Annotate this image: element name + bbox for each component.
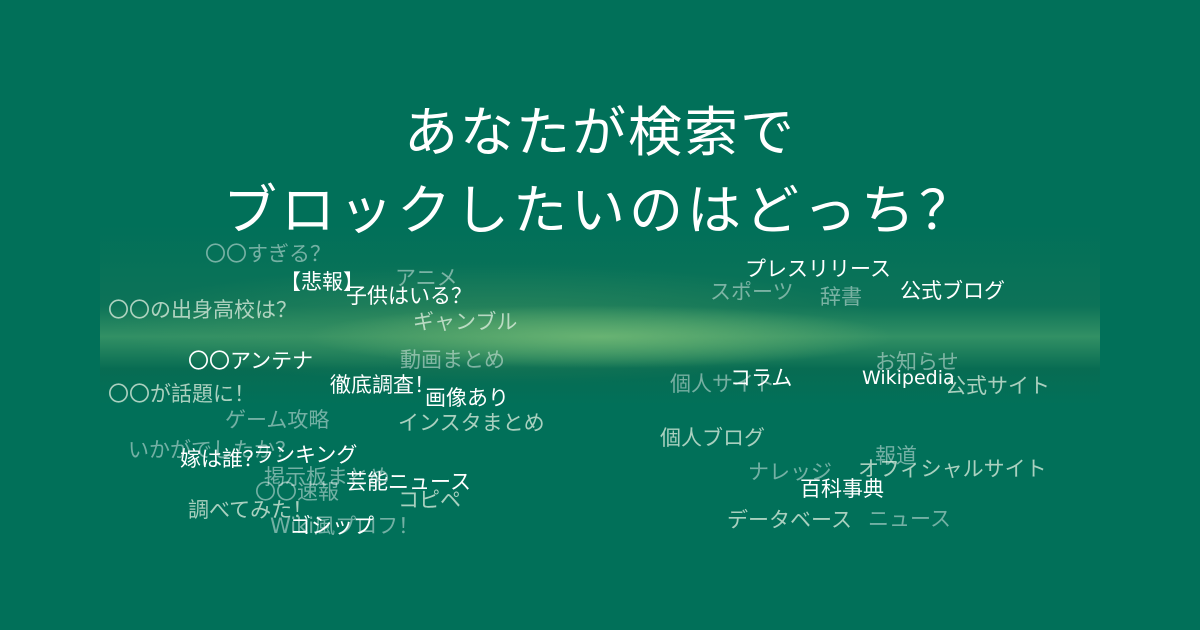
word: ゴシップ	[290, 514, 374, 538]
word: 個人ブログ	[660, 426, 765, 450]
word: 動画まとめ	[400, 348, 505, 372]
word: 辞書	[820, 285, 862, 309]
word: 百科事典	[800, 477, 884, 501]
word: アニメ	[395, 266, 458, 290]
word: ギャンブル	[413, 310, 518, 334]
word: ニュース	[868, 507, 951, 531]
word: 〇〇すぎる？	[205, 242, 331, 266]
word: 〇〇アンテナ	[188, 349, 314, 373]
word: インスタまとめ	[398, 411, 545, 435]
word: 徹底調査！	[330, 373, 435, 397]
title-line-1: あなたが検索で	[404, 101, 796, 164]
word: 画像あり	[425, 386, 509, 410]
word: コピペ	[398, 488, 461, 512]
title-line-2: ブロックしたいのはどっち？	[223, 179, 977, 242]
word: 〇〇が話題に！	[108, 382, 255, 406]
word: 公式ブログ	[900, 279, 1005, 303]
word: ゲーム攻略	[225, 408, 330, 432]
word: お知らせ	[875, 350, 959, 374]
word: 嫁は誰？	[180, 447, 264, 471]
word: オフィシャルサイト	[858, 457, 1047, 481]
word: プレスリリース	[745, 257, 891, 281]
word: データベース	[727, 508, 852, 532]
word: 個人サイト	[670, 372, 775, 396]
word: 公式サイト	[945, 374, 1050, 398]
word: 〇〇の出身高校は？	[108, 298, 297, 322]
word: スポーツ	[710, 280, 794, 304]
word: ランキング	[253, 443, 358, 467]
